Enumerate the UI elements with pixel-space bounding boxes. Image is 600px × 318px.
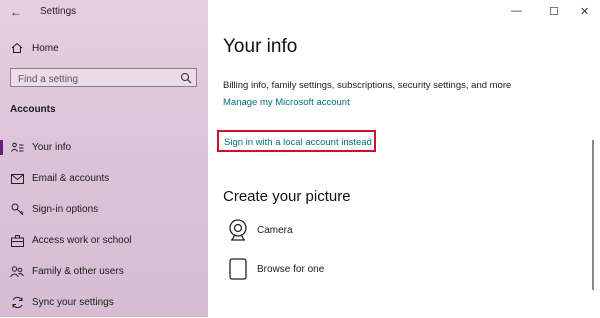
sidebar-item-label: Access work or school [32,235,132,246]
close-button[interactable]: ✕ [580,5,589,18]
person-card-icon [10,141,24,155]
camera-option[interactable]: Camera [227,219,293,241]
account-description: Billing info, family settings, subscript… [223,80,512,91]
maximize-button[interactable]: ☐ [549,5,559,18]
sidebar-item-label: Sync your settings [32,297,114,308]
sidebar-item-sync[interactable]: Sync your settings [0,287,208,318]
key-icon [10,203,24,217]
browse-label: Browse for one [257,263,325,275]
picture-section-title: Create your picture [223,188,351,205]
manage-account-link[interactable]: Manage my Microsoft account [223,97,350,108]
main-content: — ☐ ✕ Your info Billing info, family set… [208,0,600,317]
browse-option[interactable]: Browse for one [227,258,324,280]
sidebar: ← Settings Home Accounts Your info Email… [0,0,208,317]
home-icon [10,41,24,55]
sidebar-nav: Your info Email & accounts Sign-in optio… [0,132,208,318]
sync-icon [10,296,24,310]
page-title: Your info [223,36,298,57]
camera-icon [227,219,249,241]
sidebar-item-sign-in[interactable]: Sign-in options [0,194,208,225]
briefcase-icon [10,234,24,248]
sidebar-item-family[interactable]: Family & other users [0,256,208,287]
section-title: Accounts [10,104,56,115]
sidebar-item-label: Your info [32,142,72,153]
sidebar-item-label: Sign-in options [32,204,99,215]
minimize-button[interactable]: — [511,5,522,17]
sidebar-item-label: Email & accounts [32,173,110,184]
title-bar: ← Settings [0,0,208,24]
local-account-link[interactable]: Sign in with a local account instead [224,137,372,148]
people-icon [10,265,24,279]
sidebar-item-email[interactable]: Email & accounts [0,163,208,194]
app-title: Settings [40,6,77,17]
sidebar-item-label: Family & other users [32,266,124,277]
search-box[interactable] [10,68,197,89]
search-input[interactable] [11,71,178,88]
back-arrow-icon[interactable]: ← [10,5,22,19]
search-icon[interactable] [180,71,192,89]
camera-label: Camera [257,224,293,236]
sidebar-item-work[interactable]: Access work or school [0,225,208,256]
sidebar-item-your-info[interactable]: Your info [0,132,208,163]
home-label: Home [32,42,59,54]
home-link[interactable]: Home [10,41,59,55]
browse-icon [227,258,249,280]
scrollbar[interactable] [592,140,594,290]
mail-icon [10,172,24,186]
